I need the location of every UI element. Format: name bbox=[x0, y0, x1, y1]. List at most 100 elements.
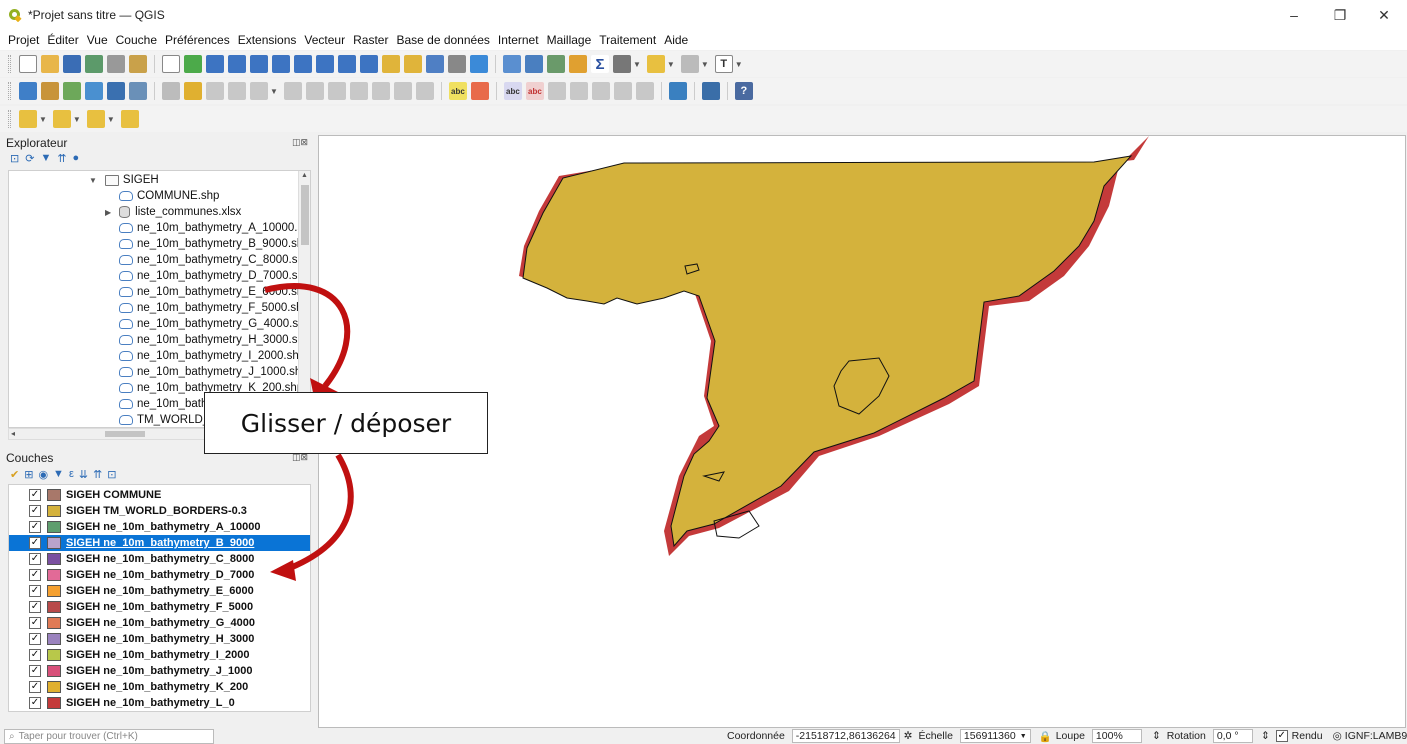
zoom-next-icon[interactable] bbox=[360, 55, 378, 73]
field-calculator-icon[interactable] bbox=[547, 55, 565, 73]
new-3d-view-icon[interactable] bbox=[404, 55, 422, 73]
map-tips-icon[interactable] bbox=[646, 55, 665, 73]
layer-visibility-checkbox[interactable]: ✓ bbox=[29, 585, 41, 597]
layer-symbol-swatch[interactable] bbox=[47, 537, 61, 549]
layer-row[interactable]: ✓ SIGEH ne_10m_bathymetry_L_0 bbox=[9, 695, 310, 711]
temporal-icon[interactable] bbox=[448, 55, 466, 73]
scale-field[interactable]: 156911360 ▼ bbox=[959, 729, 1031, 743]
layer-symbol-swatch[interactable] bbox=[47, 681, 61, 693]
filter-expression-icon[interactable]: ε bbox=[69, 468, 74, 481]
cut-features-icon[interactable] bbox=[327, 82, 346, 100]
label-change-icon[interactable] bbox=[635, 82, 654, 100]
layer-row[interactable]: ✓ SIGEH ne_10m_bathymetry_K_200 bbox=[9, 679, 310, 695]
menu-vecteur[interactable]: Vecteur bbox=[304, 33, 345, 47]
layer-visibility-checkbox[interactable]: ✓ bbox=[29, 505, 41, 517]
chevron-down-icon[interactable]: ▼ bbox=[39, 115, 47, 124]
tree-item[interactable]: ne_10m_bathymetry_B_9000.shp bbox=[119, 236, 310, 252]
select-location-icon[interactable] bbox=[120, 110, 139, 128]
layers-list[interactable]: ✓ SIGEH COMMUNE ✓ SIGEH TM_WORLD_BORDERS-0.… bbox=[8, 484, 311, 712]
layer-visibility-checkbox[interactable]: ✓ bbox=[29, 649, 41, 661]
layer-row[interactable]: ✓ SIGEH ne_10m_bathymetry_G_4000 bbox=[9, 615, 310, 631]
select-features-icon[interactable] bbox=[19, 110, 37, 128]
crs-button[interactable]: IGNF:LAMB93 bbox=[1345, 730, 1407, 742]
layer-symbol-swatch[interactable] bbox=[47, 521, 61, 533]
add-raster-layer-icon[interactable] bbox=[85, 82, 103, 100]
add-wms-layer-icon[interactable] bbox=[129, 82, 147, 100]
scrollbar-thumb[interactable] bbox=[105, 431, 145, 437]
vertex-tool-icon[interactable] bbox=[250, 82, 268, 100]
modify-attributes-icon[interactable] bbox=[283, 82, 302, 100]
layer-visibility-checkbox[interactable]: ✓ bbox=[29, 681, 41, 693]
render-checkbox[interactable]: ✓ bbox=[1275, 730, 1288, 742]
explorer-tree[interactable]: ▼ SIGEH COMMUNE.shp ▶ liste_communes.xlsx n… bbox=[8, 170, 311, 428]
layer-visibility-checkbox[interactable]: ✓ bbox=[29, 537, 41, 549]
layer-visibility-checkbox[interactable]: ✓ bbox=[29, 489, 41, 501]
layer-row[interactable]: ✓ SIGEH COMMUNE bbox=[9, 487, 310, 503]
menu-traitement[interactable]: Traitement bbox=[599, 33, 656, 47]
deselect-features-icon[interactable] bbox=[86, 110, 105, 128]
print-layout-icon[interactable] bbox=[107, 55, 125, 73]
locator-search-input[interactable]: ⌕ Taper pour trouver (Ctrl+K) bbox=[4, 729, 214, 744]
redo-icon[interactable] bbox=[415, 82, 434, 100]
chevron-down-icon[interactable]: ▼ bbox=[701, 60, 709, 69]
menu-raster[interactable]: Raster bbox=[353, 33, 388, 47]
select-by-value-icon[interactable] bbox=[52, 110, 71, 128]
locator-icon[interactable] bbox=[680, 55, 699, 73]
tree-item[interactable]: ne_10m_bathymetry_J_1000.shp bbox=[119, 364, 308, 380]
data-source-manager-icon[interactable] bbox=[19, 82, 37, 100]
tree-folder-sigeh[interactable]: ▼ SIGEH bbox=[89, 172, 159, 188]
statistics-sigma-icon[interactable]: Σ bbox=[591, 55, 609, 73]
label-diagram-icon[interactable] bbox=[470, 82, 489, 100]
label-properties-icon[interactable] bbox=[591, 82, 610, 100]
menu-base-de-donnees[interactable]: Base de données bbox=[396, 33, 489, 47]
menu-couche[interactable]: Couche bbox=[116, 33, 157, 47]
save-as-icon[interactable] bbox=[85, 55, 103, 73]
zoom-in-icon[interactable] bbox=[206, 55, 224, 73]
layer-visibility-checkbox[interactable]: ✓ bbox=[29, 665, 41, 677]
menu-vue[interactable]: Vue bbox=[87, 33, 108, 47]
refresh-icon[interactable] bbox=[470, 55, 488, 73]
layer-symbol-swatch[interactable] bbox=[47, 697, 61, 709]
layer-row[interactable]: ✓ SIGEH ne_10m_bathymetry_E_6000 bbox=[9, 583, 310, 599]
tree-item[interactable]: ▶ liste_communes.xlsx bbox=[105, 204, 241, 220]
layer-symbol-swatch[interactable] bbox=[47, 505, 61, 517]
scroll-up-icon[interactable]: ▲ bbox=[301, 172, 308, 179]
label-abc-icon[interactable]: abc bbox=[448, 82, 467, 100]
zoom-to-layer-icon[interactable] bbox=[294, 55, 312, 73]
add-database-layer-icon[interactable] bbox=[107, 82, 125, 100]
new-map-view-icon[interactable] bbox=[382, 55, 400, 73]
identify-icon[interactable] bbox=[503, 55, 521, 73]
layer-symbol-swatch[interactable] bbox=[47, 665, 61, 677]
layer-row[interactable]: ✓ SIGEH ne_10m_bathymetry_A_10000 bbox=[9, 519, 310, 535]
save-project-icon[interactable] bbox=[63, 55, 81, 73]
collapse-all-icon[interactable]: ⇈ bbox=[93, 468, 102, 481]
zoom-out-icon[interactable] bbox=[228, 55, 246, 73]
refresh-icon[interactable]: ⟳ bbox=[25, 152, 34, 165]
chevron-down-icon[interactable]: ▼ bbox=[73, 115, 81, 124]
tree-item[interactable]: ne_10m_bathymetry_E_6000.shp bbox=[119, 284, 310, 300]
delete-selected-icon[interactable] bbox=[305, 82, 324, 100]
layer-symbol-swatch[interactable] bbox=[47, 633, 61, 645]
layer-symbol-swatch[interactable] bbox=[47, 585, 61, 597]
toolbar-grip[interactable] bbox=[8, 55, 11, 73]
layer-symbol-swatch[interactable] bbox=[47, 569, 61, 581]
paste-features-icon[interactable] bbox=[371, 82, 390, 100]
close-button[interactable]: ✕ bbox=[1361, 0, 1407, 30]
layer-visibility-checkbox[interactable]: ✓ bbox=[29, 617, 41, 629]
attribute-table-icon[interactable] bbox=[525, 55, 543, 73]
crs-globe-icon[interactable]: ◎ bbox=[1333, 730, 1342, 742]
collapse-all-icon[interactable]: ⇈ bbox=[57, 152, 66, 165]
bookmark-icon[interactable] bbox=[426, 55, 444, 73]
menu-preferences[interactable]: Préférences bbox=[165, 33, 230, 47]
tree-item[interactable]: ne_10m_bathymetry_I_2000.shp bbox=[119, 348, 305, 364]
menu-maillage[interactable]: Maillage bbox=[547, 33, 592, 47]
expand-arrow-icon[interactable]: ▼ bbox=[89, 176, 97, 185]
tree-item[interactable]: ne_10m_bathymetry_F_5000.shp bbox=[119, 300, 309, 316]
zoom-to-selection-icon[interactable] bbox=[272, 55, 290, 73]
text-annotation-icon[interactable]: T bbox=[714, 55, 733, 73]
layer-symbol-swatch[interactable] bbox=[47, 649, 61, 661]
layer-row[interactable]: ✓ SIGEH ne_10m_bathymetry_H_3000 bbox=[9, 631, 310, 647]
layer-row[interactable]: ✓ SIGEH ne_10m_bathymetry_F_5000 bbox=[9, 599, 310, 615]
layer-visibility-checkbox[interactable]: ✓ bbox=[29, 553, 41, 565]
undo-icon[interactable] bbox=[393, 82, 412, 100]
